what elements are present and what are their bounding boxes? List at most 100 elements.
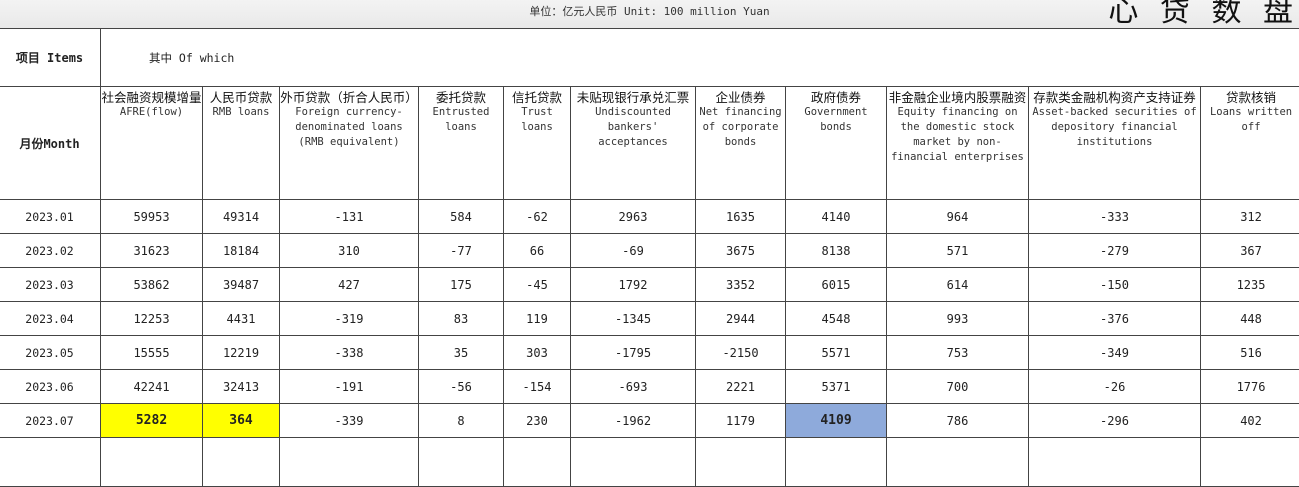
empty-cell (571, 438, 696, 487)
value-cell: -338 (280, 336, 419, 370)
value-cell: 5371 (786, 370, 887, 404)
value-cell: 1179 (696, 404, 786, 438)
column-header: 委托贷款Entrusted loans (419, 87, 504, 200)
empty-cell (1029, 438, 1201, 487)
column-header-en: Loans written off (1201, 105, 1299, 135)
value-cell: 516 (1201, 336, 1299, 370)
table-row: 2023.051555512219-33835303-1795-21505571… (0, 336, 1299, 370)
column-header-zh: 外币贷款（折合人民币） (280, 90, 418, 105)
value-cell: 303 (504, 336, 571, 370)
value-cell: 83 (419, 302, 504, 336)
column-header: 政府债券Government bonds (786, 87, 887, 200)
value-cell: 5282 (101, 404, 203, 438)
value-cell: 35 (419, 336, 504, 370)
column-header: 信托贷款Trust loans (504, 87, 571, 200)
value-cell: 49314 (203, 200, 280, 234)
value-cell: 8 (419, 404, 504, 438)
value-cell: 175 (419, 268, 504, 302)
column-header: 人民币贷款RMB loans (203, 87, 280, 200)
value-cell: 59953 (101, 200, 203, 234)
value-cell: 15555 (101, 336, 203, 370)
value-cell: 2963 (571, 200, 696, 234)
empty-cell (101, 438, 203, 487)
value-cell: 5571 (786, 336, 887, 370)
value-cell: 12253 (101, 302, 203, 336)
value-cell: -191 (280, 370, 419, 404)
column-header-en: Foreign currency- denominated loans (RMB… (280, 105, 418, 150)
value-cell: 700 (887, 370, 1029, 404)
value-cell: -1795 (571, 336, 696, 370)
value-cell: 584 (419, 200, 504, 234)
value-cell: -2150 (696, 336, 786, 370)
column-header-en: Net financing of corporate bonds (696, 105, 785, 150)
column-header-zh: 政府债券 (786, 90, 886, 105)
value-cell: 310 (280, 234, 419, 268)
table-row: 2023.035386239487427175-4517923352601561… (0, 268, 1299, 302)
value-cell: 367 (1201, 234, 1299, 268)
of-which-cell: 其中 Of which (101, 29, 1299, 87)
header-bar: 单位：亿元人民币 Unit: 100 million Yuan 心 贷 数 盘 (0, 0, 1299, 28)
empty-cell (280, 438, 419, 487)
value-cell: 3352 (696, 268, 786, 302)
value-cell: 2944 (696, 302, 786, 336)
month-cell: 2023.04 (0, 302, 101, 336)
column-header-zh: 人民币贷款 (203, 90, 279, 105)
header-row-top: 项目 Items 其中 Of which (0, 29, 1299, 87)
value-cell: 1235 (1201, 268, 1299, 302)
month-cell: 2023.03 (0, 268, 101, 302)
table-row: 2023.064224132413-191-56-154-69322215371… (0, 370, 1299, 404)
value-cell: -319 (280, 302, 419, 336)
column-header-en: Asset-backed securities of depository fi… (1029, 105, 1200, 150)
value-cell: 66 (504, 234, 571, 268)
value-cell: 1635 (696, 200, 786, 234)
column-header: 社会融资规模增量AFRE(flow) (101, 87, 203, 200)
value-cell: 1792 (571, 268, 696, 302)
value-cell: 786 (887, 404, 1029, 438)
stub-items-cell: 项目 Items (0, 29, 101, 87)
value-cell: 6015 (786, 268, 887, 302)
month-cell: 2023.05 (0, 336, 101, 370)
value-cell: -131 (280, 200, 419, 234)
empty-cell (696, 438, 786, 487)
value-cell: -296 (1029, 404, 1201, 438)
value-cell: 4140 (786, 200, 887, 234)
value-cell: 39487 (203, 268, 280, 302)
value-cell: 31623 (101, 234, 203, 268)
value-cell: -279 (1029, 234, 1201, 268)
column-header-en: RMB loans (203, 105, 279, 120)
header-row-columns: 月份Month 社会融资规模增量AFRE(flow)人民币贷款RMB loans… (0, 87, 1299, 200)
column-header-en: Undiscounted bankers' acceptances (571, 105, 695, 150)
column-header-en: Trust loans (504, 105, 570, 135)
stub-month-cell: 月份Month (0, 87, 101, 200)
value-cell: -45 (504, 268, 571, 302)
value-cell: 993 (887, 302, 1029, 336)
column-header-en: Equity financing on the domestic stock m… (887, 105, 1028, 165)
value-cell: -62 (504, 200, 571, 234)
value-cell: 571 (887, 234, 1029, 268)
column-header-zh: 企业债券 (696, 90, 785, 105)
value-cell: 964 (887, 200, 1029, 234)
value-cell: -154 (504, 370, 571, 404)
value-cell: 2221 (696, 370, 786, 404)
corner-title-fragment: 心 贷 数 盘 (1108, 0, 1299, 30)
month-cell: 2023.06 (0, 370, 101, 404)
afre-table: 项目 Items 其中 Of which 月份Month 社会融资规模增量AFR… (0, 28, 1299, 487)
value-cell: 53862 (101, 268, 203, 302)
month-cell: 2023.02 (0, 234, 101, 268)
column-header-en: AFRE(flow) (101, 105, 202, 120)
empty-cell (0, 438, 101, 487)
column-header-zh: 信托贷款 (504, 90, 570, 105)
value-cell: 8138 (786, 234, 887, 268)
column-header: 外币贷款（折合人民币）Foreign currency- denominated… (280, 87, 419, 200)
column-header-zh: 委托贷款 (419, 90, 503, 105)
value-cell: 312 (1201, 200, 1299, 234)
table-row: 2023.015995349314-131584-622963163541409… (0, 200, 1299, 234)
value-cell: 4431 (203, 302, 280, 336)
value-cell: 427 (280, 268, 419, 302)
value-cell: 1776 (1201, 370, 1299, 404)
value-cell: -339 (280, 404, 419, 438)
table-row: 2023.075282364-3398230-196211794109786-2… (0, 404, 1299, 438)
unit-caption: 单位：亿元人民币 Unit: 100 million Yuan (0, 3, 1299, 19)
value-cell: -693 (571, 370, 696, 404)
value-cell: 42241 (101, 370, 203, 404)
